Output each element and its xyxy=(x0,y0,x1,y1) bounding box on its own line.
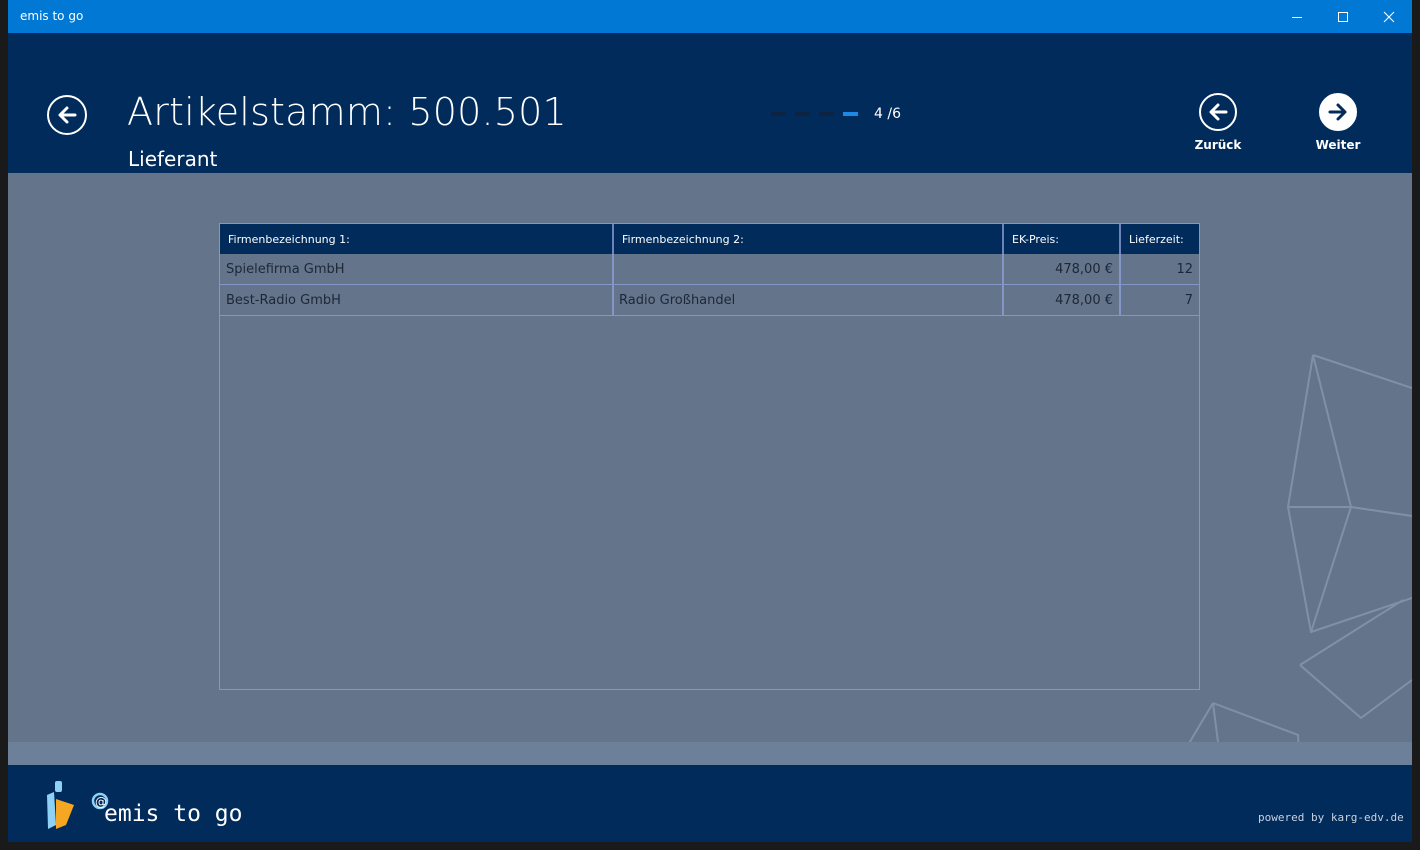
footer: @ emis to go powered by karg-edv.de xyxy=(8,765,1412,842)
minimize-icon xyxy=(1292,16,1302,18)
supplier-table: Firmenbezeichnung 1: Firmenbezeichnung 2… xyxy=(219,223,1200,690)
page-title: Artikelstamm: 500.501 xyxy=(127,90,567,134)
next-circle xyxy=(1319,93,1357,131)
arrow-right-icon xyxy=(1328,103,1347,121)
window-title: emis to go xyxy=(20,9,84,23)
next-button[interactable]: Weiter xyxy=(1298,93,1378,152)
column-header[interactable]: Firmenbezeichnung 2: xyxy=(614,224,1003,254)
next-label: Weiter xyxy=(1315,138,1361,152)
cell-firm-1: Spielefirma GmbH xyxy=(226,262,345,277)
close-icon xyxy=(1383,11,1395,22)
page-back-button[interactable] xyxy=(47,95,87,135)
page-subtitle: Lieferant xyxy=(128,147,218,171)
cell-price: 478,00 € xyxy=(1055,293,1113,308)
column-header[interactable]: Firmenbezeichnung 1: xyxy=(220,224,613,254)
cell-delivery: 12 xyxy=(1176,262,1193,277)
arrow-left-icon xyxy=(58,106,77,124)
cell-delivery: 7 xyxy=(1184,293,1193,308)
previous-circle xyxy=(1199,93,1237,131)
footer-brand: emis to go xyxy=(104,801,243,827)
cell-firm-1: Best-Radio GmbH xyxy=(226,293,341,308)
arrow-left-icon xyxy=(1209,103,1228,121)
table-row[interactable]: Best-Radio GmbH Radio Großhandel 478,00 … xyxy=(220,285,1199,316)
pager-dash-4 xyxy=(843,112,858,116)
previous-label: Zurück xyxy=(1194,138,1242,152)
column-header[interactable]: EK-Preis: xyxy=(1004,224,1120,254)
title-bar[interactable]: emis to go xyxy=(8,0,1412,33)
maximize-button[interactable] xyxy=(1320,0,1366,33)
cell-firm-2 xyxy=(613,254,1002,284)
bottom-band xyxy=(8,742,1412,765)
page-header: Artikelstamm: 500.501 Lieferant 4 /6 Zur… xyxy=(8,33,1412,173)
table-header: Firmenbezeichnung 1: Firmenbezeichnung 2… xyxy=(220,224,1199,254)
app-window: emis to go Artikelstamm: 500.501 Liefera… xyxy=(8,0,1412,842)
cell-price: 478,00 € xyxy=(1055,262,1113,277)
table-row[interactable]: Spielefirma GmbH 478,00 € 12 xyxy=(220,254,1199,285)
pager-dash-1 xyxy=(771,112,786,116)
minimize-button[interactable] xyxy=(1274,0,1320,33)
powered-by-link[interactable]: powered by karg-edv.de xyxy=(1258,811,1404,824)
page-counter: 4 /6 xyxy=(874,106,901,122)
maximize-icon xyxy=(1338,11,1348,22)
previous-button[interactable]: Zurück xyxy=(1178,93,1258,152)
close-button[interactable] xyxy=(1366,0,1412,33)
pager-dash-2 xyxy=(795,112,810,116)
column-header[interactable]: Lieferzeit: xyxy=(1121,224,1201,254)
cell-firm-2: Radio Großhandel xyxy=(619,293,736,308)
pager-dash-3 xyxy=(819,112,834,116)
